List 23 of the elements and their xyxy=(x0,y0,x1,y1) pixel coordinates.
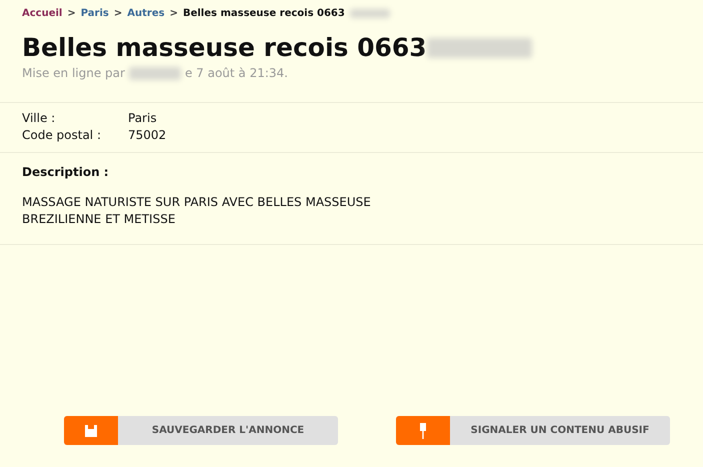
posted-by-text: Mise en ligne par xyxy=(22,66,125,80)
blurred-redaction xyxy=(128,66,181,80)
breadcrumb-separator: > xyxy=(67,8,76,19)
breadcrumb-separator: > xyxy=(114,8,122,19)
breadcrumb-separator: > xyxy=(170,8,178,19)
save-icon xyxy=(84,424,98,438)
save-ad-button[interactable]: SAUVEGARDER L'ANNONCE xyxy=(64,416,338,445)
description-text: MASSAGE NATURISTE SUR PARIS AVEC BELLES MASSEUSE xyxy=(22,194,372,211)
description-text: BREZILIENNE ET METISSE xyxy=(22,211,176,228)
breadcrumb-link[interactable]: Paris xyxy=(80,8,109,19)
blurred-redaction xyxy=(350,9,390,18)
description-heading: Description : xyxy=(22,165,110,179)
detail-value: 75002 xyxy=(128,128,166,142)
ad-title: Belles masseuse recois 0663 xyxy=(22,33,427,62)
breadcrumb-link[interactable]: Accueil xyxy=(22,8,62,19)
detail-label: Code postal : xyxy=(22,128,102,142)
posted-date-text: e 7 août à 21:34. xyxy=(184,66,288,80)
breadcrumb-current: Belles masseuse recois 0663 xyxy=(182,8,345,19)
report-abuse-button[interactable]: SIGNALER UN CONTENU ABUSIF xyxy=(396,416,670,445)
detail-value: Paris xyxy=(128,111,158,125)
breadcrumb-link[interactable]: Autres xyxy=(127,8,165,19)
pin-icon xyxy=(419,422,427,438)
detail-label: Ville : xyxy=(22,111,56,125)
